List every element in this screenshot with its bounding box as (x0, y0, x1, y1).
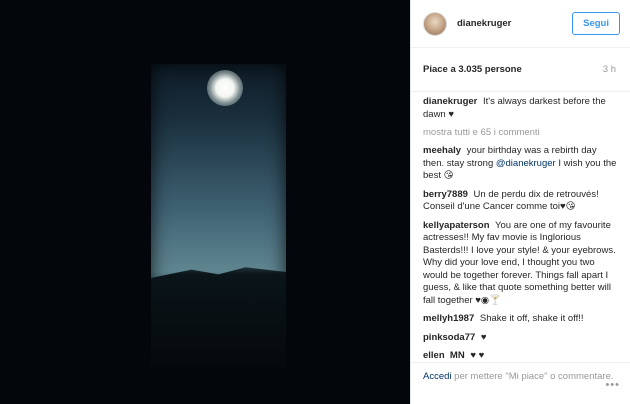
comment-text: You are one of my favourite actresses!! … (423, 219, 616, 306)
hill-silhouette (151, 267, 286, 368)
likes-row: Piace a 3.035 persone 3 h (411, 48, 630, 92)
comment-text: ♥ ♥ (470, 350, 485, 358)
window-photo-scene (151, 64, 286, 368)
post-time[interactable]: 3 h (603, 64, 616, 75)
comments-list: dianekruger It's always darkest before t… (411, 92, 630, 364)
comment-username[interactable]: berry7889 (423, 189, 468, 200)
caption-username[interactable]: dianekruger (423, 96, 477, 107)
login-footer: Accedi per mettere "Mi piace" o commenta… (411, 362, 630, 404)
show-all-comments-link[interactable]: mostra tutti e 65 i commenti (423, 127, 620, 138)
caption: dianekruger It's always darkest before t… (423, 96, 620, 121)
post-header: dianekruger Segui (411, 0, 630, 48)
follow-button[interactable]: Segui (572, 12, 620, 35)
comment-username[interactable]: kellyapaterson (423, 220, 490, 231)
login-prompt-text: per mettere "Mi piace" o commentare. (454, 371, 614, 382)
comment-mention[interactable]: @dianekruger (496, 158, 556, 169)
comment-item: meehaly your birthday was a rebirth day … (423, 145, 620, 183)
instagram-post: dianekruger Segui Piace a 3.035 persone … (0, 0, 630, 404)
comment-item: berry7889 Un de perdu dix de retrouvés! … (423, 189, 620, 214)
comment-item: mellyh1987 Shake it off, shake it off!! (423, 313, 620, 326)
post-side-panel: dianekruger Segui Piace a 3.035 persone … (410, 0, 630, 404)
comment-username[interactable]: mellyh1987 (423, 313, 474, 324)
moon (207, 70, 243, 106)
comment-item: kellyapaterson You are one of my favouri… (423, 220, 620, 308)
login-link[interactable]: Accedi (423, 371, 452, 382)
comment-username[interactable]: ellen_MN (423, 350, 465, 358)
comment-item-partial: ellen_MN ♥ ♥ (423, 350, 620, 358)
avatar[interactable] (423, 11, 447, 36)
likes-count[interactable]: Piace a 3.035 persone (423, 64, 522, 75)
comment-item: pinksoda77 ♥ (423, 332, 620, 345)
comment-username[interactable]: pinksoda77 (423, 332, 475, 343)
comment-text: ♥ (480, 331, 487, 343)
comment-username[interactable]: meehaly (423, 145, 461, 156)
comment-text: Shake it off, shake it off!! (479, 313, 584, 324)
more-options-icon[interactable]: ••• (605, 379, 620, 392)
post-username[interactable]: dianekruger (457, 18, 572, 29)
post-photo[interactable] (0, 0, 410, 404)
